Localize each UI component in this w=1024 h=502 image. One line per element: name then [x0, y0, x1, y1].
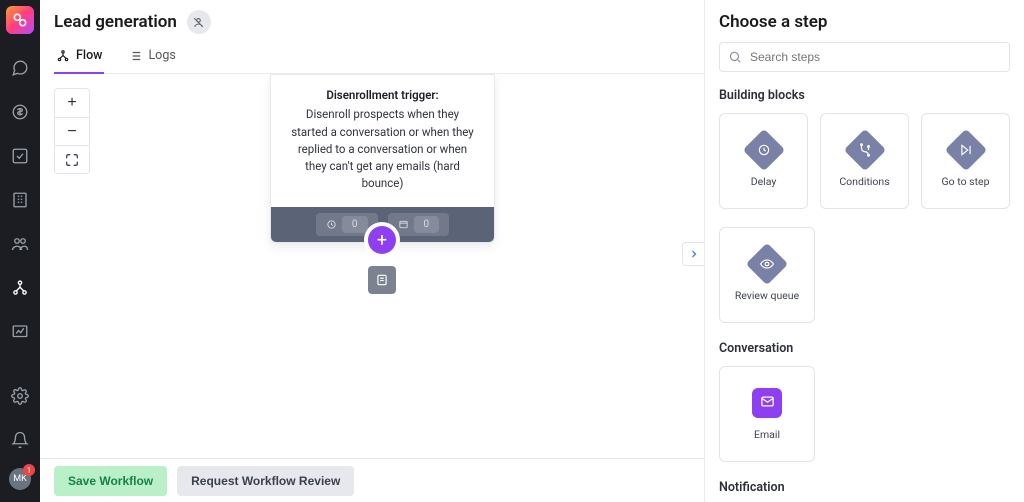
trigger-description: Disenroll prospects when they started a …	[287, 106, 478, 192]
trigger-node[interactable]: Disenrollment trigger: Disenroll prospec…	[270, 74, 495, 243]
nav-settings[interactable]	[0, 374, 40, 418]
trigger-badge-steps: 0	[388, 213, 450, 236]
step-chooser-panel: Choose a step Building blocks Delay Cond…	[704, 0, 1024, 502]
zoom-controls: + −	[54, 88, 90, 174]
panel-search	[719, 42, 1010, 72]
search-icon	[728, 50, 742, 64]
nav-billing[interactable]	[0, 90, 40, 134]
tab-flow-label: Flow	[76, 48, 102, 63]
nav-people[interactable]	[0, 222, 40, 266]
nav-workflows[interactable]	[0, 266, 40, 310]
panel-collapse-button[interactable]	[682, 242, 704, 266]
search-steps-input[interactable]	[719, 42, 1010, 72]
zoom-out-button[interactable]: −	[55, 117, 89, 145]
page-title: Lead generation	[54, 12, 177, 32]
section-conversation: Conversation	[719, 341, 1010, 356]
step-tile-review-queue[interactable]: Review queue	[719, 227, 815, 323]
tile-label: Review queue	[735, 289, 799, 302]
nav-analytics[interactable]	[0, 310, 40, 354]
app-logo[interactable]	[6, 6, 34, 34]
user-avatar[interactable]: MK 1	[9, 468, 31, 490]
left-nav-rail: MK 1	[0, 0, 40, 502]
avatar-badge: 1	[23, 464, 35, 476]
nav-tasks[interactable]	[0, 134, 40, 178]
request-review-button[interactable]: Request Workflow Review	[177, 466, 354, 496]
zoom-in-button[interactable]: +	[55, 89, 89, 117]
tab-logs-label: Logs	[148, 48, 175, 63]
mail-icon	[760, 394, 775, 412]
step-tile-conditions[interactable]: Conditions	[820, 113, 909, 209]
tab-logs[interactable]: Logs	[126, 48, 177, 73]
zoom-fit-button[interactable]	[55, 145, 89, 173]
panel-title: Choose a step	[705, 0, 1024, 42]
section-building-blocks: Building blocks	[719, 88, 1010, 103]
nav-conversations[interactable]	[0, 46, 40, 90]
tab-flow[interactable]: Flow	[54, 48, 104, 73]
tile-label: Email	[754, 428, 780, 441]
trigger-title: Disenrollment trigger:	[287, 87, 478, 104]
add-step-button[interactable]: +	[368, 226, 396, 254]
skip-icon	[959, 143, 973, 157]
clock-icon	[757, 143, 771, 157]
step-tile-delay[interactable]: Delay	[719, 113, 808, 209]
workflow-status-chip[interactable]	[187, 10, 211, 34]
eye-icon	[760, 257, 774, 271]
step-tile-goto[interactable]: Go to step	[921, 113, 1010, 209]
nav-notifications[interactable]	[0, 418, 40, 462]
avatar-initials: MK	[13, 474, 27, 484]
tile-label: Go to step	[942, 175, 990, 188]
branch-icon	[858, 143, 872, 157]
tile-label: Delay	[751, 175, 777, 188]
save-workflow-button[interactable]: Save Workflow	[54, 466, 167, 496]
tile-label: Conditions	[839, 175, 889, 188]
end-node[interactable]	[368, 266, 396, 294]
section-notification: Notification	[719, 480, 1010, 495]
nav-companies[interactable]	[0, 178, 40, 222]
trigger-badge-delay: 0	[316, 213, 378, 236]
step-tile-email[interactable]: Email	[719, 366, 815, 462]
